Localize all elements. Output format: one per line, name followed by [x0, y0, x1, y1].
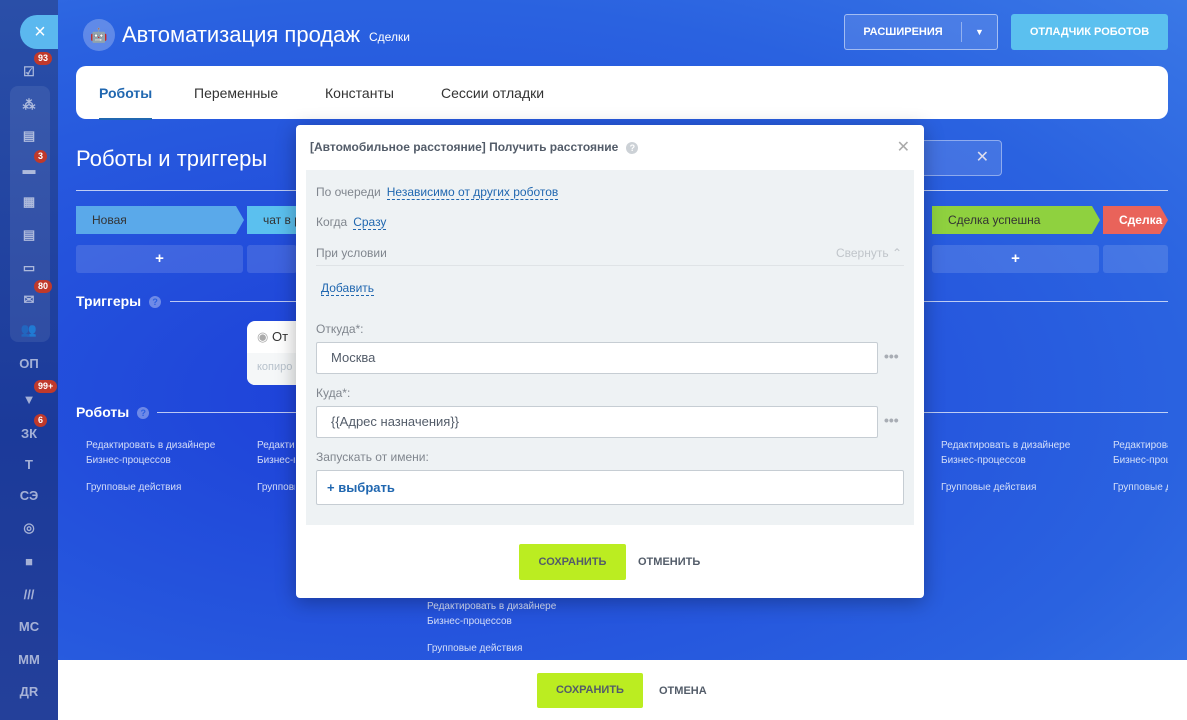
document-icon[interactable]: ▤: [0, 223, 58, 247]
robot-icon: 🤖: [83, 19, 115, 51]
stage-failed[interactable]: Сделка п: [1103, 206, 1168, 234]
add-robot-button[interactable]: +: [932, 245, 1099, 273]
chevron-down-icon[interactable]: ▼: [961, 22, 997, 42]
stage-success[interactable]: Сделка успешна: [932, 206, 1100, 234]
add-robot-button[interactable]: +: [76, 245, 243, 273]
filter-icon[interactable]: ▼ 99+: [0, 380, 58, 412]
help-icon[interactable]: ?: [137, 407, 150, 420]
close-icon[interactable]: ✕: [897, 137, 910, 157]
tab-debug-sessions[interactable]: Сессии отладки: [441, 85, 544, 101]
help-icon[interactable]: ?: [149, 296, 162, 309]
more-icon[interactable]: •••: [884, 348, 899, 364]
box-icon[interactable]: ■: [0, 550, 58, 574]
dialog-cancel-button[interactable]: ОТМЕНИТЬ: [638, 556, 700, 568]
sidebar-item-zk[interactable]: ЗК 6: [0, 414, 58, 446]
sidebar: × ☑ 93 ⁂ ▤ ▬ 3 ▦ ▤ ▭ ✉ 80 👥 ОП ▼ 99+ ЗК 6 Т С…: [0, 0, 60, 720]
dialog-body: По очереди Независимо от других роботов К…: [306, 170, 914, 525]
edit-in-designer-link[interactable]: Редактировать в дизайнереБизнес-процессо…: [941, 438, 1070, 468]
edit-in-designer-link[interactable]: Редактировать в дизайнереБизнес-процессо…: [427, 599, 556, 629]
logo-m-icon[interactable]: ///: [0, 583, 58, 607]
sidebar-item-mm[interactable]: ММ: [0, 648, 58, 672]
divider: [316, 265, 904, 266]
robots-heading: Роботы?: [76, 404, 150, 420]
order-select[interactable]: Независимо от других роботов: [386, 185, 559, 200]
dialog-title: [Автомобильное расстояние] Получить расс…: [310, 140, 639, 154]
group-actions-link[interactable]: Групповые действия: [257, 480, 295, 495]
group-actions-link[interactable]: Групповые действия: [86, 480, 181, 495]
when-row: Когда Сразу: [316, 215, 387, 230]
to-input[interactable]: {{Адрес назначения}}: [316, 406, 878, 438]
condition-label: При условии: [316, 246, 387, 260]
from-label: Откуда*:: [316, 322, 364, 336]
group-actions-link[interactable]: Групповые действия: [941, 480, 1036, 495]
add-condition-link[interactable]: Добавить: [321, 281, 375, 296]
robot-settings-dialog: [Автомобильное расстояние] Получить расс…: [296, 125, 924, 598]
trigger-icon: ◉: [257, 329, 272, 344]
dialog-save-button[interactable]: СОХРАНИТЬ: [519, 544, 626, 580]
target-icon[interactable]: ◎: [0, 516, 58, 540]
extensions-button[interactable]: РАСШИРЕНИЯ ▼: [844, 14, 998, 50]
crm-icon[interactable]: ⁂: [0, 93, 58, 117]
help-icon[interactable]: ?: [626, 141, 639, 154]
save-button[interactable]: СОХРАНИТЬ: [537, 673, 643, 708]
tab-constants[interactable]: Константы: [325, 85, 394, 101]
drive-icon[interactable]: ▭: [0, 256, 58, 280]
choose-user-button[interactable]: + выбрать: [316, 470, 904, 505]
group-actions-link[interactable]: Групповые действия: [1113, 480, 1168, 495]
run-as-label: Запускать от имени:: [316, 450, 429, 464]
close-sidebar-button[interactable]: ×: [20, 15, 60, 49]
add-robot-button[interactable]: [247, 245, 297, 273]
when-select[interactable]: Сразу: [353, 215, 387, 230]
collapse-link[interactable]: Свернуть ⌃: [836, 246, 902, 260]
triggers-heading: Триггеры?: [76, 293, 162, 309]
order-row: По очереди Независимо от других роботов: [316, 185, 559, 200]
from-input[interactable]: Москва: [316, 342, 878, 374]
tab-variables[interactable]: Переменные: [194, 85, 278, 101]
footer-bar: СОХРАНИТЬ ОТМЕНА: [58, 660, 1187, 720]
tab-robots[interactable]: Роботы: [99, 85, 153, 120]
edit-in-designer-link[interactable]: Редактировать в дизайнереБизнес-процессо…: [257, 438, 295, 468]
sidebar-item-se[interactable]: СЭ: [0, 484, 58, 508]
edit-in-designer-link[interactable]: Редактировать в дизайнереБизнес-процессо…: [86, 438, 215, 468]
add-robot-button[interactable]: [1103, 245, 1168, 273]
sidebar-item-dr[interactable]: ДR: [0, 680, 58, 704]
calendar-icon[interactable]: ▦: [0, 190, 58, 214]
page-subtitle: Сделки: [369, 30, 410, 44]
cancel-button[interactable]: ОТМЕНА: [659, 685, 707, 697]
tabs: Роботы Переменные Константы Сессии отлад…: [76, 66, 1168, 120]
stage-new[interactable]: Новая: [76, 206, 244, 234]
robot-debugger-button[interactable]: ОТЛАДЧИК РОБОТОВ: [1011, 14, 1168, 50]
groups-icon[interactable]: 👥: [0, 318, 58, 342]
section-title: Роботы и триггеры: [76, 146, 268, 171]
tasks-icon[interactable]: ☑ 93: [0, 52, 58, 84]
chat-icon[interactable]: ▬ 3: [0, 150, 58, 182]
edit-in-designer-link[interactable]: Редактировать в дизайнереБизнес-процессо…: [1113, 438, 1168, 468]
more-icon[interactable]: •••: [884, 412, 899, 428]
sidebar-item-op[interactable]: ОП: [0, 352, 58, 376]
sidebar-item-t[interactable]: Т: [0, 453, 58, 477]
mail-icon[interactable]: ✉ 80: [0, 280, 58, 312]
group-actions-link[interactable]: Групповые действия: [427, 641, 522, 656]
feed-icon[interactable]: ▤: [0, 124, 58, 148]
page-title: Автоматизация продаж: [122, 22, 361, 47]
to-label: Куда*:: [316, 386, 351, 400]
sidebar-item-ms[interactable]: МС: [0, 615, 58, 639]
